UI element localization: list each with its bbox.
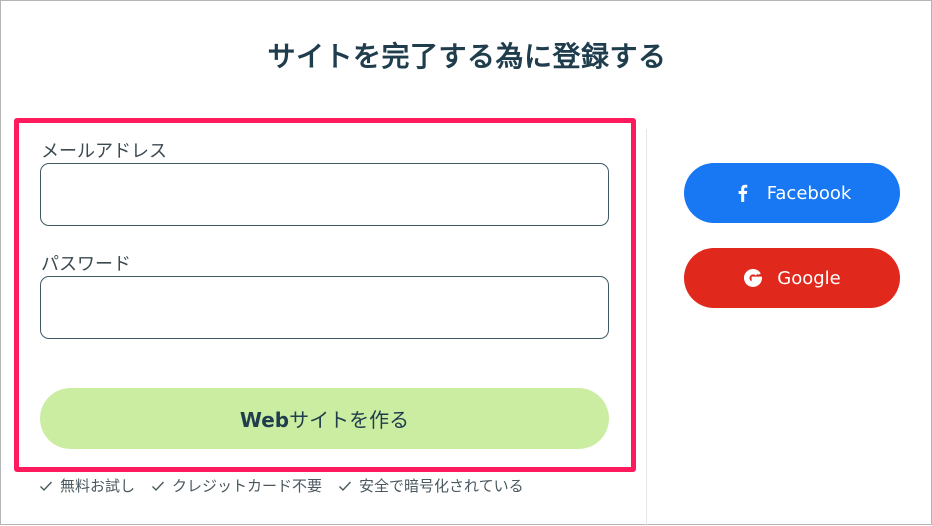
facebook-login-button[interactable]: Facebook (684, 163, 900, 223)
perk-item-secure: 安全で暗号化されている (338, 475, 524, 496)
email-label: メールアドレス (41, 141, 167, 162)
perks-list: 無料お試し クレジットカード不要 安全で暗号化されている (39, 475, 524, 496)
facebook-label: Facebook (766, 182, 852, 204)
perk-item-no-credit-card: クレジットカード不要 (151, 475, 322, 496)
perk-label: 安全で暗号化されている (359, 477, 524, 495)
column-divider (646, 129, 647, 526)
submit-brand-text: Web (239, 408, 290, 432)
perk-label: 無料お試し (60, 477, 136, 495)
submit-button-text: サイトを作る (289, 408, 410, 432)
signup-form: メールアドレス パスワード Webサイトを作る (14, 118, 636, 472)
password-label: パスワード (41, 254, 131, 275)
facebook-icon (738, 184, 748, 202)
google-icon (744, 269, 763, 287)
create-website-button[interactable]: Webサイトを作る (40, 388, 609, 449)
check-icon (152, 481, 165, 491)
perk-item-free-trial: 無料お試し (39, 475, 135, 496)
perk-label: クレジットカード不要 (172, 477, 323, 495)
email-input[interactable] (40, 163, 609, 226)
signup-page: サイトを完了する為に登録する メールアドレス パスワード Webサイトを作る 無… (0, 0, 932, 526)
check-icon (339, 481, 352, 491)
check-icon (40, 481, 53, 491)
page-title: サイトを完了する為に登録する (267, 40, 667, 73)
google-login-button[interactable]: Google (684, 248, 900, 308)
password-input[interactable] (40, 276, 609, 339)
google-label: Google (777, 267, 841, 289)
